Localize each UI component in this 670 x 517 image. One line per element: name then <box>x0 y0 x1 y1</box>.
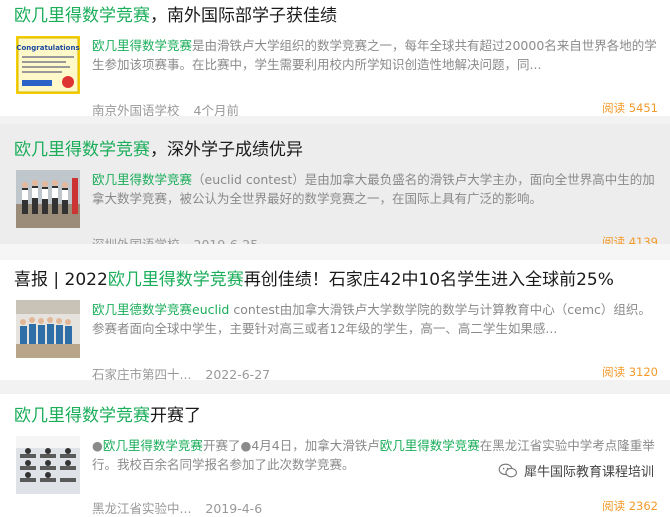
result-title[interactable]: 喜报 | 2022欧几里得数学竞赛再创佳绩！石家庄42中10名学生进入全球前25… <box>14 268 658 292</box>
result-snippet: 欧几里得数学竞赛（euclid contest）是由加拿大最负盛名的滑铁卢大学主… <box>92 172 655 206</box>
thumbnail-image[interactable] <box>16 300 80 358</box>
result-card[interactable]: 欧几里得数学竞赛，深外学子成绩优异 欧几里得数学竞赛（euclid contes… <box>0 124 670 252</box>
card-divider <box>0 116 670 124</box>
read-count: 阅读 2362 <box>602 499 658 513</box>
watermark-text: 犀牛国际教育课程培训 <box>523 465 654 480</box>
result-title[interactable]: 欧几里得数学竞赛，深外学子成绩优异 <box>14 138 658 162</box>
card-divider <box>0 244 670 260</box>
watermark: 犀牛国际教育课程培训 <box>493 459 658 482</box>
result-meta: 黑龙江省实验中... 2019-4-6 阅读 2362 <box>92 498 658 516</box>
result-card[interactable]: 欧几里得数学竞赛开赛了 ●欧几里得数学竞赛开赛了●4月4日，加拿大滑铁卢欧几里得… <box>0 404 670 516</box>
result-title[interactable]: 欧几里得数学竞赛，南外国际部学子获佳绩 <box>14 4 658 28</box>
search-results-feed: 欧几里得数学竞赛，南外国际部学子获佳绩 Congratulations 欧几里得… <box>0 0 670 516</box>
read-count: 阅读 5451 <box>602 101 658 115</box>
svg-text:Congratulations: Congratulations <box>16 44 79 52</box>
result-snippet: 欧几里德数学竞赛euclid contest由加拿大滑铁卢大学数学院的数学与计算… <box>92 302 651 336</box>
result-snippet: 欧几里得数学竞赛是由滑铁卢大学组织的数学竞赛之一，每年全球共有超过20000名来… <box>92 38 657 72</box>
thumbnail-image[interactable] <box>16 170 80 228</box>
card-divider <box>0 380 670 394</box>
result-card[interactable]: 喜报 | 2022欧几里得数学竞赛再创佳绩！石家庄42中10名学生进入全球前25… <box>0 268 670 382</box>
post-time: 2019-4-6 <box>205 501 263 516</box>
thumbnail-image[interactable]: Congratulations <box>16 36 80 94</box>
result-title[interactable]: 欧几里得数学竞赛开赛了 <box>14 404 658 428</box>
read-count: 阅读 3120 <box>602 365 658 379</box>
thumbnail-image[interactable] <box>16 436 80 494</box>
result-card[interactable]: 欧几里得数学竞赛，南外国际部学子获佳绩 Congratulations 欧几里得… <box>0 4 670 118</box>
wechat-icon <box>498 463 517 477</box>
source-name: 黑龙江省实验中... <box>92 501 192 516</box>
